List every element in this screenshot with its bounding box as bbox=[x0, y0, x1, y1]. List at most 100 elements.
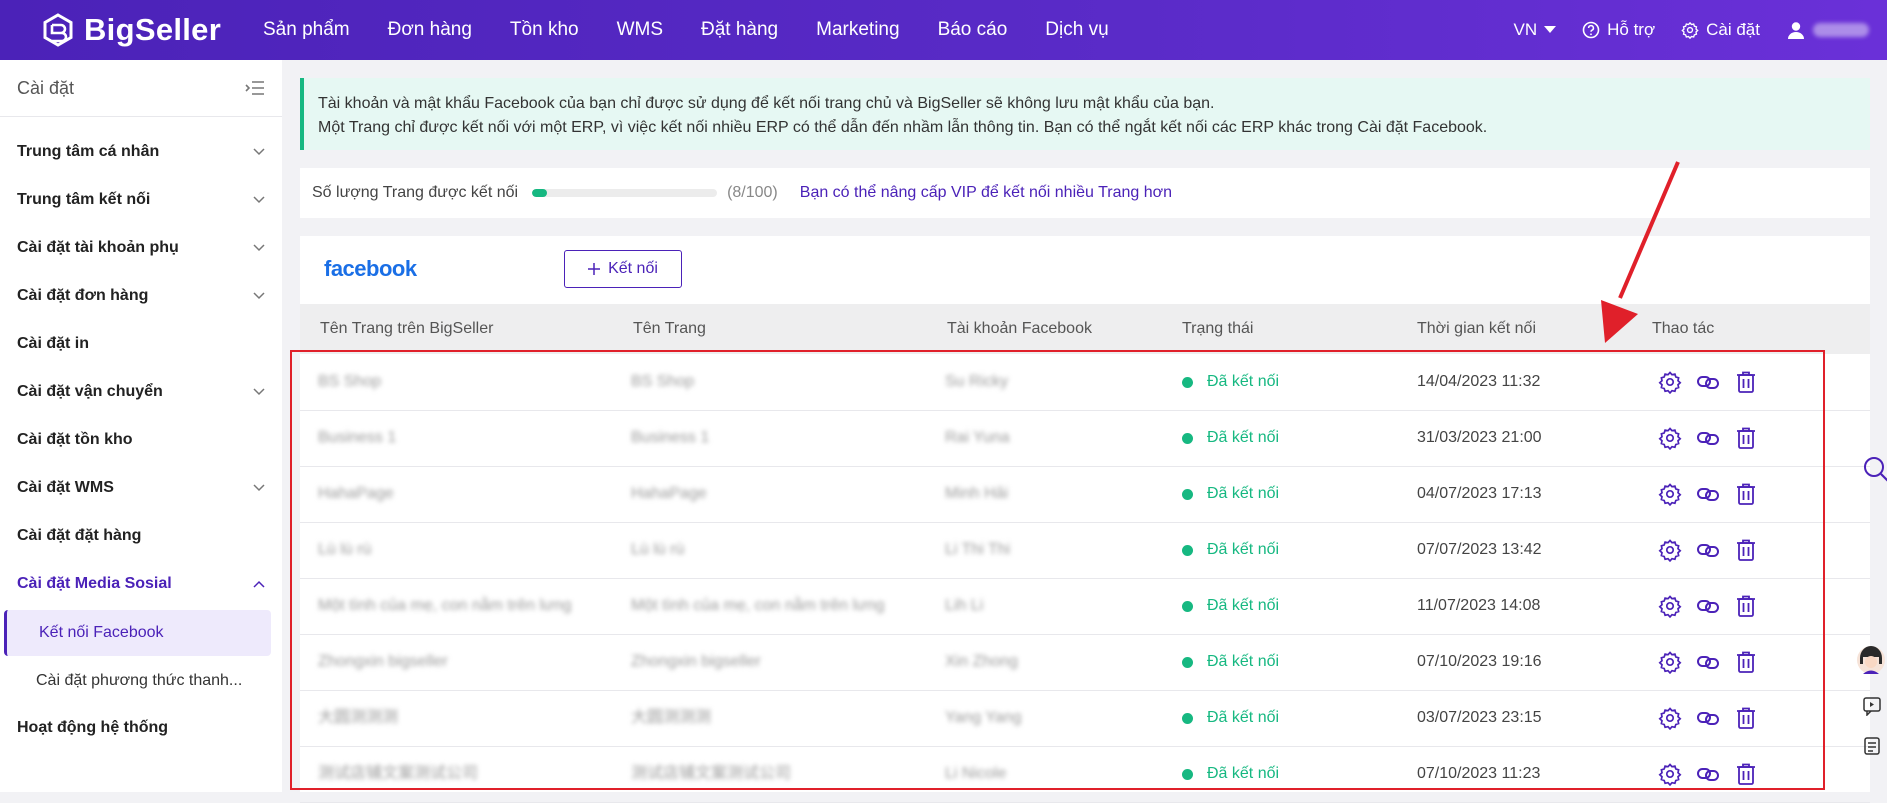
nav-marketing[interactable]: Marketing bbox=[816, 19, 899, 41]
column-header-status: Trạng thái bbox=[1182, 320, 1254, 337]
support-link[interactable]: Hỗ trợ bbox=[1582, 20, 1655, 40]
sidebar-item-inventory-settings[interactable]: Cài đặt tồn kho bbox=[0, 418, 282, 462]
link-icon[interactable] bbox=[1696, 762, 1720, 786]
chevron-down-icon bbox=[253, 292, 265, 300]
facebook-account-cell: Xin Zhong bbox=[945, 653, 1018, 670]
quota-count: (8/100) bbox=[727, 184, 778, 201]
collapse-menu-icon[interactable] bbox=[245, 80, 265, 96]
trash-icon[interactable] bbox=[1734, 762, 1758, 786]
quota-progress-fill bbox=[532, 189, 547, 197]
chevron-down-icon bbox=[253, 484, 265, 492]
nav-products[interactable]: Sản phẩm bbox=[263, 19, 350, 41]
link-icon[interactable] bbox=[1696, 650, 1720, 674]
sidebar-item-print-settings[interactable]: Cài đặt in bbox=[0, 322, 282, 366]
sidebar-subitem-facebook-connect[interactable]: Kết nối Facebook bbox=[4, 610, 271, 656]
trash-icon[interactable] bbox=[1734, 706, 1758, 730]
chevron-down-icon bbox=[253, 148, 265, 156]
help-icon bbox=[1582, 21, 1600, 39]
top-navigation-bar: BigSeller Sản phẩm Đơn hàng Tồn kho WMS … bbox=[0, 0, 1887, 60]
column-header-bigseller-name: Tên Trang trên BigSeller bbox=[320, 320, 494, 337]
link-icon[interactable] bbox=[1696, 594, 1720, 618]
nav-reports[interactable]: Báo cáo bbox=[938, 19, 1008, 41]
gear-icon[interactable] bbox=[1658, 762, 1682, 786]
sidebar-item-system-activity[interactable]: Hoạt động hệ thống bbox=[0, 706, 282, 750]
sidebar-item-purchase-settings[interactable]: Cài đặt đặt hàng bbox=[0, 514, 282, 558]
trash-icon[interactable] bbox=[1734, 538, 1758, 562]
nav-purchasing[interactable]: Đặt hàng bbox=[701, 19, 778, 41]
sidebar-item-personal-center[interactable]: Trung tâm cá nhân bbox=[0, 130, 282, 174]
status-label: Đã kết nối bbox=[1207, 429, 1280, 446]
notes-icon[interactable] bbox=[1862, 736, 1882, 756]
row-actions bbox=[1658, 706, 1758, 730]
sidebar-subitem-payment-method[interactable]: Cài đặt phương thức thanh... bbox=[4, 658, 271, 704]
status-dot bbox=[1182, 600, 1193, 612]
link-icon[interactable] bbox=[1696, 706, 1720, 730]
status-label: Đã kết nối bbox=[1207, 709, 1280, 726]
plus-icon bbox=[588, 263, 601, 275]
quota-label: Số lượng Trang được kết nối bbox=[312, 184, 519, 201]
sidebar-item-wms-settings[interactable]: Cài đặt WMS bbox=[0, 466, 282, 510]
gear-icon[interactable] bbox=[1658, 370, 1682, 394]
facebook-pages-panel: facebook Kết nối Tên Trang trên BigSelle… bbox=[300, 236, 1870, 803]
row-actions bbox=[1658, 594, 1758, 618]
table-row: Business 1 Business 1 Rai Yuna Đã kết nối 31… bbox=[300, 410, 1870, 467]
status-dot bbox=[1182, 376, 1193, 388]
sidebar-item-shipping-settings[interactable]: Cài đặt vận chuyển bbox=[0, 370, 282, 414]
link-icon[interactable] bbox=[1696, 370, 1720, 394]
link-icon[interactable] bbox=[1696, 482, 1720, 506]
link-icon[interactable] bbox=[1696, 426, 1720, 450]
sidebar-item-label: Cài đặt đặt hàng bbox=[17, 527, 142, 544]
connect-button[interactable]: Kết nối bbox=[564, 250, 682, 288]
gear-icon[interactable] bbox=[1658, 706, 1682, 730]
gear-icon[interactable] bbox=[1658, 426, 1682, 450]
support-avatar-icon[interactable] bbox=[1856, 642, 1886, 678]
column-header-facebook-account: Tài khoản Facebook bbox=[947, 320, 1092, 337]
trash-icon[interactable] bbox=[1734, 650, 1758, 674]
chat-icon[interactable] bbox=[1862, 696, 1882, 716]
gear-icon[interactable] bbox=[1658, 482, 1682, 506]
language-selector[interactable]: VN bbox=[1514, 20, 1557, 40]
connect-time-cell: 07/07/2023 13:42 bbox=[1417, 541, 1542, 558]
nav-orders[interactable]: Đơn hàng bbox=[388, 19, 472, 41]
language-label: VN bbox=[1513, 20, 1538, 39]
settings-sidebar: Cài đặt Trung tâm cá nhân Trung tâm kết … bbox=[0, 60, 282, 792]
link-icon[interactable] bbox=[1696, 538, 1720, 562]
trash-icon[interactable] bbox=[1734, 370, 1758, 394]
status-label: Đã kết nối bbox=[1207, 765, 1280, 782]
status-cell: Đã kết nối bbox=[1182, 354, 1279, 410]
connection-quota: Số lượng Trang được kết nối (8/100) Bạn … bbox=[300, 168, 1870, 218]
column-header-actions: Thao tác bbox=[1652, 320, 1715, 337]
sidebar-item-connection-center[interactable]: Trung tâm kết nối bbox=[0, 178, 282, 222]
table-row: Một tình của mẹ, con nằm trên lưng Một tì… bbox=[300, 578, 1870, 635]
sidebar-item-order-settings[interactable]: Cài đặt đơn hàng bbox=[0, 274, 282, 318]
settings-link[interactable]: Cài đặt bbox=[1681, 20, 1760, 40]
search-icon[interactable] bbox=[1861, 454, 1887, 484]
sidebar-item-label: Trung tâm kết nối bbox=[17, 191, 151, 208]
gear-icon[interactable] bbox=[1658, 650, 1682, 674]
sidebar-item-social-media-settings[interactable]: Cài đặt Media Sosial bbox=[0, 562, 282, 606]
upgrade-vip-link[interactable]: Bạn có thể nâng cấp VIP để kết nối nhiều… bbox=[800, 184, 1172, 202]
sidebar-item-sub-accounts[interactable]: Cài đặt tài khoản phụ bbox=[0, 226, 282, 270]
sidebar-title: Cài đặt bbox=[17, 77, 75, 98]
nav-inventory[interactable]: Tồn kho bbox=[510, 19, 579, 41]
status-cell: Đã kết nối bbox=[1182, 690, 1279, 746]
trash-icon[interactable] bbox=[1734, 594, 1758, 618]
top-right-controls: VN Hỗ trợ Cài đặt bbox=[1514, 0, 1869, 60]
gear-icon[interactable] bbox=[1658, 538, 1682, 562]
gear-icon bbox=[1681, 21, 1699, 39]
brand-logo[interactable]: BigSeller bbox=[40, 10, 221, 50]
connect-time-cell: 03/07/2023 23:15 bbox=[1417, 709, 1542, 726]
gear-icon[interactable] bbox=[1658, 594, 1682, 618]
sidebar-item-label: Cài đặt in bbox=[17, 335, 90, 352]
page-name-cell: Business 1 bbox=[631, 429, 710, 446]
nav-wms[interactable]: WMS bbox=[617, 19, 663, 41]
table-row: HahaPage HahaPage Minh Hải Đã kết nối 04/07/… bbox=[300, 466, 1870, 523]
trash-icon[interactable] bbox=[1734, 482, 1758, 506]
trash-icon[interactable] bbox=[1734, 426, 1758, 450]
chevron-down-icon bbox=[253, 388, 265, 396]
user-menu[interactable] bbox=[1786, 20, 1869, 40]
right-floating-tools bbox=[1855, 450, 1887, 792]
nav-services[interactable]: Dịch vụ bbox=[1045, 19, 1108, 41]
status-dot bbox=[1182, 656, 1193, 668]
facebook-account-cell: Li Thi Thi bbox=[945, 541, 1011, 558]
